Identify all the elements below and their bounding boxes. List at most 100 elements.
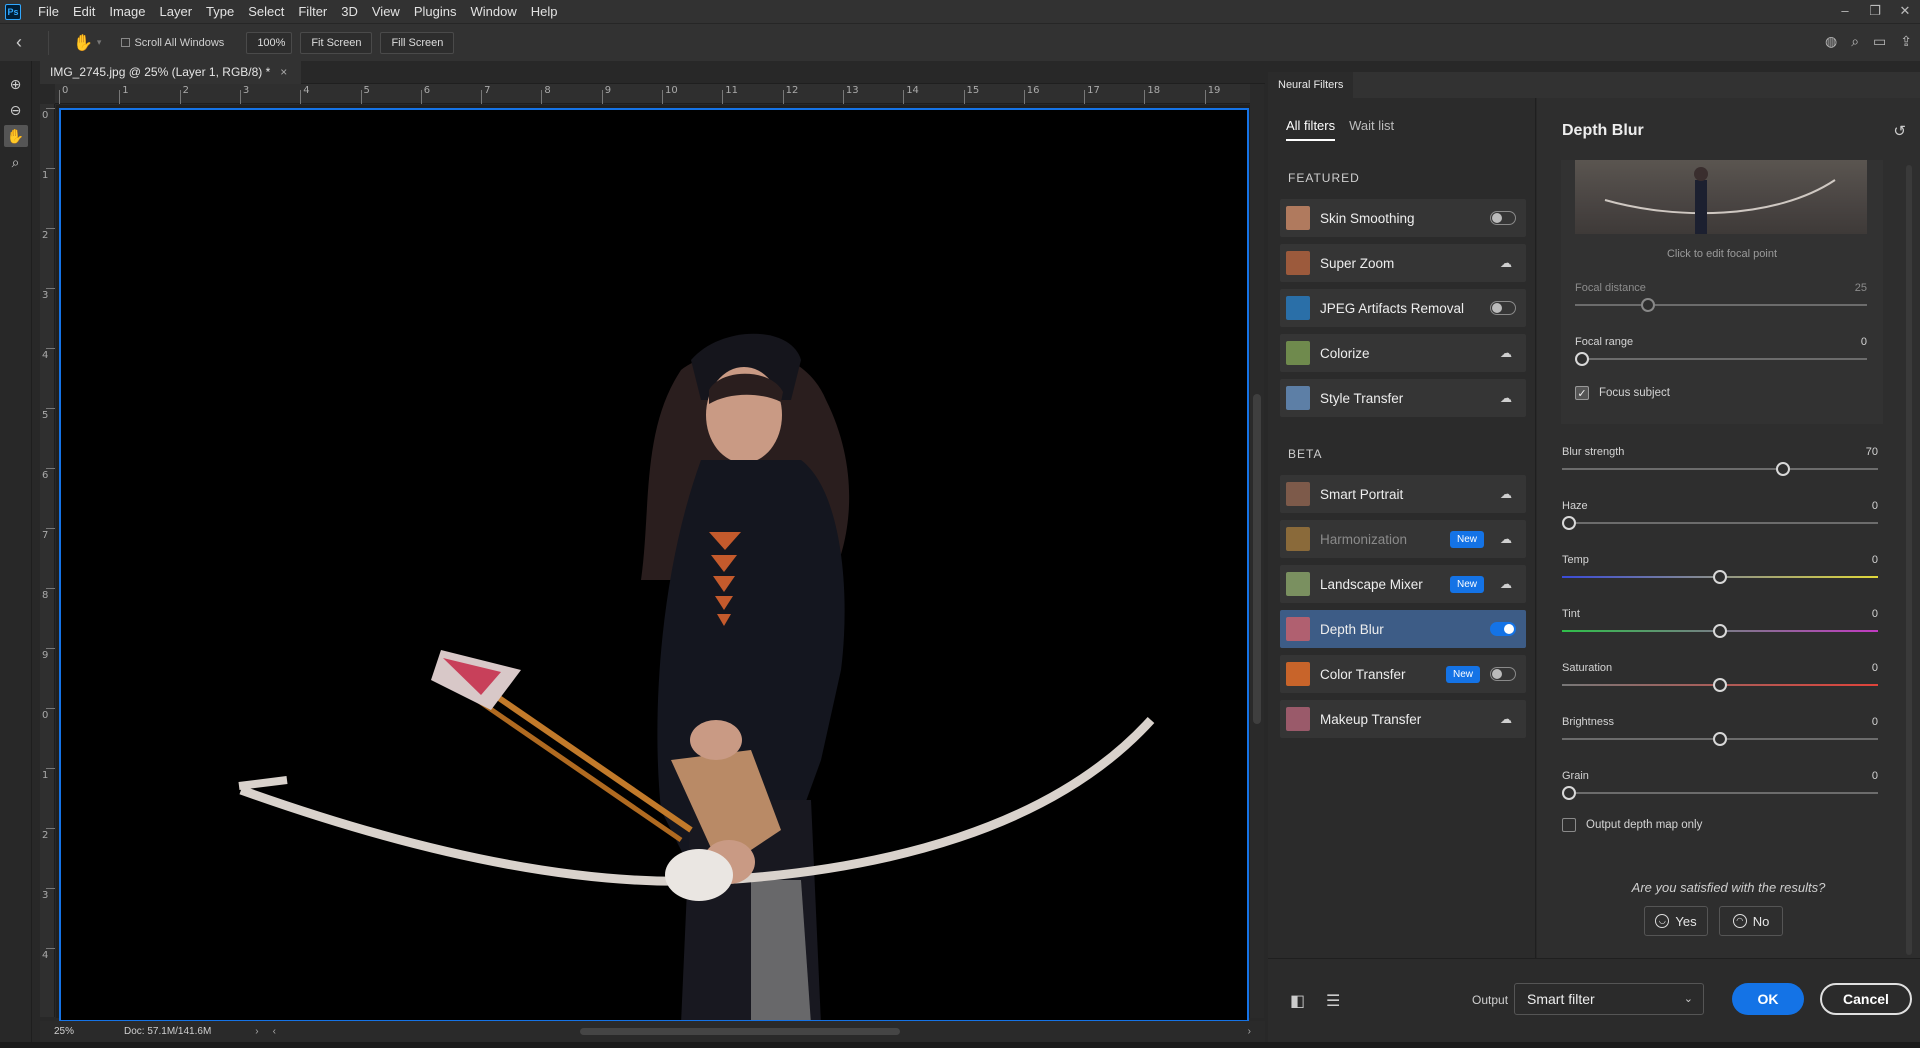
fit-screen-button[interactable]: Fit Screen <box>300 31 373 54</box>
scroll-thumb[interactable] <box>1253 394 1261 724</box>
chevron-down-icon: ⌄ <box>1683 993 1693 1005</box>
zoom-out-icon[interactable]: ⊖ <box>4 99 28 121</box>
menu-help[interactable]: Help <box>524 0 565 23</box>
reset-icon[interactable]: ↺ <box>1893 122 1906 140</box>
filter-item-jpeg-artifacts-removal[interactable]: JPEG Artifacts Removal <box>1280 289 1526 327</box>
filter-toggle[interactable] <box>1490 211 1516 225</box>
checkbox-box[interactable] <box>121 38 131 47</box>
checkbox-box[interactable] <box>1562 818 1576 832</box>
scroll-right-icon[interactable]: › <box>1248 1026 1251 1037</box>
feedback-no-button[interactable]: ◠ No <box>1719 906 1783 936</box>
scroll-left-icon[interactable]: ‹ <box>273 1026 276 1037</box>
filter-item-super-zoom[interactable]: Super Zoom ☁ <box>1280 244 1526 282</box>
slider-knob[interactable] <box>1713 678 1727 692</box>
tab-all-filters[interactable]: All filters <box>1286 118 1336 141</box>
output-select[interactable]: Smart filter ⌄ <box>1514 983 1704 1015</box>
search-icon[interactable]: ⌕ <box>1851 33 1859 50</box>
zoom-status[interactable]: 25% <box>54 1026 74 1037</box>
layers-preview-icon[interactable]: ☰ <box>1326 991 1340 1011</box>
menu-file[interactable]: File <box>31 0 66 23</box>
menu-window[interactable]: Window <box>463 0 523 23</box>
output-depth-map-checkbox[interactable]: Output depth map only <box>1562 818 1702 832</box>
ruler-label: 6 <box>42 470 49 481</box>
menu-type[interactable]: Type <box>199 0 241 23</box>
filter-item-makeup-transfer[interactable]: Makeup Transfer ☁ <box>1280 700 1526 738</box>
back-arrow-icon[interactable]: ‹ <box>16 32 38 53</box>
filter-item-harmonization[interactable]: Harmonization New ☁ <box>1280 520 1526 558</box>
chevron-down-icon[interactable]: ▾ <box>97 37 102 48</box>
canvas-vertical-scrollbar[interactable] <box>1250 84 1264 1018</box>
status-expand-icon[interactable]: › <box>255 1026 258 1037</box>
zoom-in-icon[interactable]: ⊕ <box>4 73 28 95</box>
menu-edit[interactable]: Edit <box>66 0 102 23</box>
menu-image[interactable]: Image <box>102 0 152 23</box>
slider-track[interactable] <box>1562 522 1878 524</box>
close-icon[interactable]: ✕ <box>1890 0 1920 23</box>
menu-select[interactable]: Select <box>241 0 291 23</box>
divider <box>48 30 49 55</box>
focal-point-preview[interactable] <box>1575 160 1867 234</box>
feedback-yes-button[interactable]: ◡ Yes <box>1644 906 1708 936</box>
share-icon[interactable]: ⇪ <box>1900 33 1912 50</box>
cloud-download-icon[interactable]: ☁ <box>1494 577 1518 591</box>
hand-tool-icon[interactable]: ✋ <box>3 125 28 147</box>
filter-thumbnail-icon <box>1286 527 1310 551</box>
zoom-level-field[interactable]: 100% <box>246 31 293 54</box>
filter-item-style-transfer[interactable]: Style Transfer ☁ <box>1280 379 1526 417</box>
cloud-download-icon[interactable]: ☁ <box>1494 487 1518 501</box>
menu-view[interactable]: View <box>365 0 407 23</box>
filter-item-smart-portrait[interactable]: Smart Portrait ☁ <box>1280 475 1526 513</box>
slider-knob[interactable] <box>1713 732 1727 746</box>
slider-track[interactable] <box>1575 304 1867 306</box>
filter-item-landscape-mixer[interactable]: Landscape Mixer New ☁ <box>1280 565 1526 603</box>
filter-item-depth-blur[interactable]: Depth Blur <box>1280 610 1526 648</box>
settings-scrollbar[interactable] <box>1906 165 1912 955</box>
cloud-download-icon[interactable]: ☁ <box>1494 346 1518 360</box>
restore-icon[interactable]: ❐ <box>1860 0 1890 23</box>
slider-track[interactable] <box>1575 358 1867 360</box>
scroll-all-windows-checkbox[interactable]: Scroll All Windows <box>121 37 224 49</box>
slider-knob[interactable] <box>1562 516 1576 530</box>
minimize-icon[interactable]: – <box>1830 0 1860 23</box>
menu-layer[interactable]: Layer <box>153 0 200 23</box>
document-tab[interactable]: IMG_2745.jpg @ 25% (Layer 1, RGB/8) * × <box>40 61 302 84</box>
cancel-button[interactable]: Cancel <box>1820 983 1912 1015</box>
status-bar: 25% Doc: 57.1M/141.6M › ‹ › <box>40 1021 1265 1042</box>
hand-tool-icon[interactable]: ✋ <box>73 33 93 53</box>
slider-knob[interactable] <box>1713 624 1727 638</box>
tab-wait-list[interactable]: Wait list <box>1349 118 1394 141</box>
account-icon[interactable]: ◍ <box>1825 33 1837 50</box>
filter-toggle[interactable] <box>1490 667 1516 681</box>
workspace-icon[interactable]: ▭ <box>1873 33 1886 50</box>
slider-knob[interactable] <box>1713 570 1727 584</box>
cloud-download-icon[interactable]: ☁ <box>1494 391 1518 405</box>
menu-3d[interactable]: 3D <box>334 0 365 23</box>
fill-screen-button[interactable]: Fill Screen <box>380 31 455 54</box>
ruler-tick <box>119 90 121 104</box>
cloud-download-icon[interactable]: ☁ <box>1494 256 1518 270</box>
cloud-download-icon[interactable]: ☁ <box>1494 532 1518 546</box>
menu-filter[interactable]: Filter <box>291 0 334 23</box>
slider-knob[interactable] <box>1641 298 1655 312</box>
filter-toggle[interactable] <box>1490 301 1516 315</box>
filter-item-skin-smoothing[interactable]: Skin Smoothing <box>1280 199 1526 237</box>
slider-knob[interactable] <box>1776 462 1791 476</box>
slider-track[interactable] <box>1562 468 1878 470</box>
slider-knob[interactable] <box>1562 786 1576 800</box>
ok-button[interactable]: OK <box>1732 983 1804 1015</box>
image-canvas[interactable] <box>59 108 1249 1022</box>
checkbox-checked-icon[interactable]: ✓ <box>1575 386 1589 400</box>
filter-item-colorize[interactable]: Colorize ☁ <box>1280 334 1526 372</box>
menu-plugins[interactable]: Plugins <box>407 0 464 23</box>
compare-view-icon[interactable]: ◧ <box>1290 991 1305 1011</box>
filter-toggle[interactable] <box>1490 622 1516 636</box>
filter-item-color-transfer[interactable]: Color Transfer New <box>1280 655 1526 693</box>
slider-track[interactable] <box>1562 792 1878 794</box>
canvas-horizontal-scrollbar[interactable] <box>580 1028 900 1035</box>
close-tab-icon[interactable]: × <box>280 65 287 79</box>
cloud-download-icon[interactable]: ☁ <box>1494 712 1518 726</box>
slider-knob[interactable] <box>1575 352 1589 366</box>
magnifier-icon[interactable]: ⌕ <box>4 151 28 173</box>
focus-subject-checkbox[interactable]: ✓ Focus subject <box>1575 386 1670 400</box>
ruler-label: 1 <box>42 770 49 781</box>
